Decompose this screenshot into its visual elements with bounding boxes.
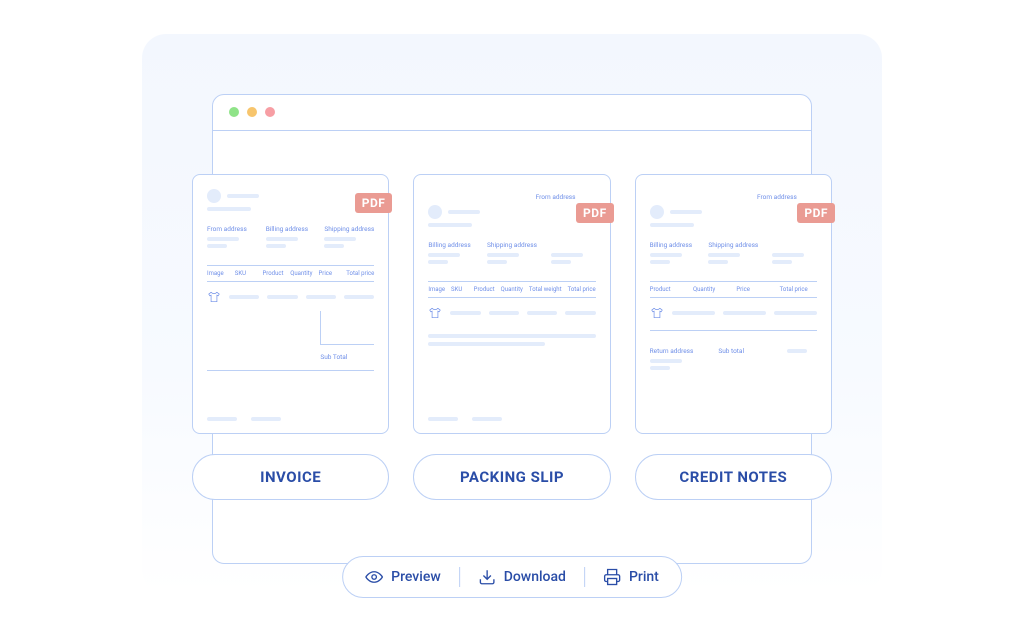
placeholder-bar (489, 311, 519, 315)
document-cards-row: PDF From address Billing address Sh (192, 174, 832, 434)
browser-chrome (213, 95, 811, 131)
placeholder-bar (428, 253, 460, 257)
credit-notes-pill[interactable]: CREDIT NOTES (635, 454, 832, 500)
print-label: Print (629, 569, 659, 585)
tshirt-icon (428, 306, 442, 320)
placeholder-bar (306, 295, 336, 299)
return-address-label: Return address (650, 347, 699, 355)
logo-placeholder (207, 189, 221, 203)
shipping-address-label: Shipping address (708, 241, 758, 249)
placeholder-bar (650, 260, 670, 264)
placeholder-bar (448, 210, 480, 214)
billing-address-label: Billing address (650, 241, 695, 249)
placeholder-bar (324, 244, 344, 248)
invoice-pill[interactable]: INVOICE (192, 454, 389, 500)
placeholder-bar (772, 260, 792, 264)
download-icon (478, 568, 496, 586)
placeholder-bar (227, 194, 259, 198)
billing-address-label: Billing address (428, 241, 473, 249)
logo-placeholder (428, 205, 442, 219)
packing-slip-card: PDF From address Billing address Shippin… (413, 174, 610, 434)
shipping-address-label: Shipping address (324, 225, 374, 233)
action-bar: Preview Download Print (342, 556, 682, 598)
shipping-address-label: Shipping address (487, 241, 537, 249)
eye-icon (365, 568, 383, 586)
table-row (428, 306, 595, 320)
card-footer (428, 417, 502, 421)
placeholder-bar (428, 223, 472, 227)
tshirt-icon (207, 290, 221, 304)
from-address-label: From address (536, 193, 596, 201)
divider (584, 567, 585, 587)
placeholder-bar (650, 253, 682, 257)
table-row (207, 290, 374, 304)
preview-button[interactable]: Preview (365, 568, 441, 586)
pdf-badge: PDF (797, 203, 835, 223)
placeholder-bar (207, 237, 239, 241)
print-button[interactable]: Print (603, 568, 659, 586)
window-dot-red (265, 107, 275, 117)
placeholder-bar (428, 342, 545, 346)
invoice-table-header: Image SKU Product Quantity Price Total p… (207, 270, 374, 277)
tshirt-icon (650, 306, 664, 320)
placeholder-bar (650, 366, 670, 370)
placeholder-bar (267, 295, 297, 299)
placeholder-bar (650, 223, 694, 227)
placeholder-bar (428, 334, 595, 338)
logo-placeholder (650, 205, 664, 219)
placeholder-bar (428, 417, 458, 421)
placeholder-bar (207, 244, 227, 248)
placeholder-bar (266, 244, 286, 248)
placeholder-bar (251, 417, 281, 421)
placeholder-bar (487, 260, 507, 264)
placeholder-bar (428, 260, 448, 264)
window-dot-yellow (247, 107, 257, 117)
credit-table-header: Product Quantity Price Total price (650, 286, 817, 293)
document-type-pills: INVOICE PACKING SLIP CREDIT NOTES (192, 454, 832, 500)
packing-table-header: Image SKU Product Quantity Total weight … (428, 286, 595, 293)
window-dot-green (229, 107, 239, 117)
pdf-badge: PDF (576, 203, 614, 223)
placeholder-bar (708, 253, 740, 257)
placeholder-bar (551, 260, 571, 264)
subtotal-label: Sub Total (320, 353, 374, 361)
billing-address-label: Billing address (266, 225, 311, 233)
placeholder-bar (723, 311, 766, 315)
placeholder-bar (787, 349, 807, 353)
placeholder-bar (229, 295, 259, 299)
preview-label: Preview (391, 569, 441, 585)
placeholder-bar (565, 311, 595, 315)
from-address-label: From address (757, 193, 817, 201)
packing-slip-pill[interactable]: PACKING SLIP (413, 454, 610, 500)
placeholder-bar (207, 207, 251, 211)
placeholder-bar (266, 237, 298, 241)
placeholder-bar (344, 295, 374, 299)
from-address-label: From address (207, 225, 252, 233)
divider (459, 567, 460, 587)
download-label: Download (504, 569, 566, 585)
placeholder-bar (324, 237, 356, 241)
table-row (650, 306, 817, 320)
placeholder-bar (670, 210, 702, 214)
placeholder-bar (772, 253, 804, 257)
placeholder-bar (650, 359, 682, 363)
pdf-badge: PDF (355, 193, 393, 213)
placeholder-bar (450, 311, 480, 315)
placeholder-bar (551, 253, 583, 257)
placeholder-bar (774, 311, 817, 315)
credit-notes-card: PDF From address Billing address Shippin… (635, 174, 832, 434)
invoice-card: PDF From address Billing address Sh (192, 174, 389, 434)
placeholder-bar (472, 417, 502, 421)
placeholder-bar (207, 417, 237, 421)
placeholder-bar (708, 260, 728, 264)
download-button[interactable]: Download (478, 568, 566, 586)
illustration-canvas: PDF From address Billing address Sh (142, 34, 882, 594)
card-footer (207, 417, 281, 421)
placeholder-bar (487, 253, 519, 257)
subtotal-label: Sub total (718, 347, 767, 355)
placeholder-bar (527, 311, 557, 315)
placeholder-bar (672, 311, 715, 315)
print-icon (603, 568, 621, 586)
